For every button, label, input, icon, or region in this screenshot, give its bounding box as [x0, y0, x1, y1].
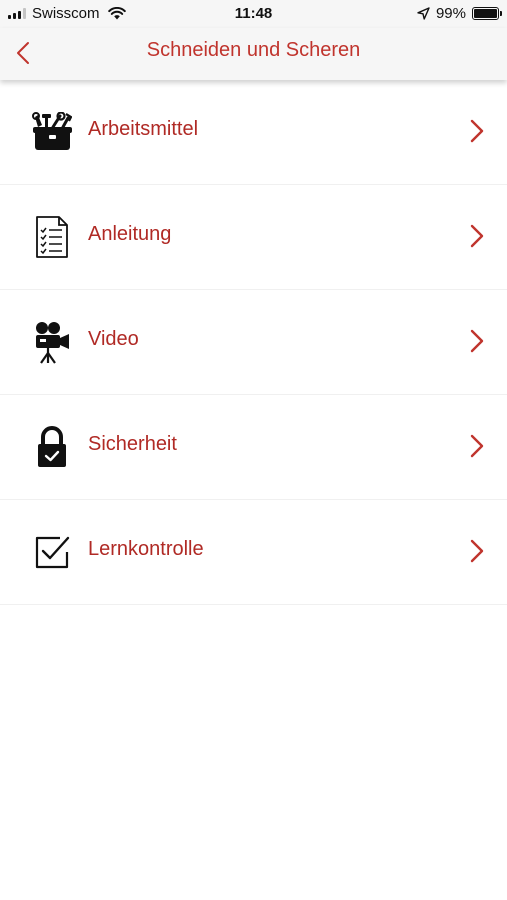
- menu-item-label: Sicherheit: [88, 433, 177, 455]
- movie-camera-icon: [32, 322, 72, 364]
- battery-fill: [474, 9, 497, 18]
- menu-item-label: Anleitung: [88, 223, 172, 245]
- menu-item-anleitung[interactable]: Anleitung: [0, 185, 507, 290]
- padlock-check-icon: [32, 426, 72, 467]
- chevron-right-icon: [470, 539, 484, 563]
- checklist-document-icon: [32, 216, 72, 258]
- status-bar-right: 99%: [417, 5, 502, 22]
- battery-icon: [472, 7, 502, 20]
- battery-percentage: 99%: [435, 5, 466, 22]
- menu-item-label: Lernkontrolle: [88, 538, 204, 560]
- chevron-right-icon: [470, 224, 484, 248]
- toolbox-icon: [32, 112, 72, 152]
- chevron-right-icon: [470, 119, 484, 143]
- location-arrow-icon: [417, 7, 430, 20]
- status-bar: Swisscom 11:48 99%: [0, 0, 507, 28]
- menu-item-label: Video: [88, 328, 139, 350]
- menu-item-lernkontrolle[interactable]: Lernkontrolle: [0, 500, 507, 605]
- chevron-right-icon: [470, 434, 484, 458]
- menu-item-video[interactable]: Video: [0, 290, 507, 395]
- menu-item-arbeitsmittel[interactable]: Arbeitsmittel: [0, 80, 507, 185]
- checkbox-icon: [32, 532, 72, 572]
- menu-item-sicherheit[interactable]: Sicherheit: [0, 395, 507, 500]
- chevron-right-icon: [470, 329, 484, 353]
- menu-list: Arbeitsmittel Anleitung Video Sicherheit…: [0, 80, 507, 605]
- page-title: Schneiden und Scheren: [146, 39, 361, 61]
- navigation-bar: Schneiden und Scheren: [0, 28, 507, 80]
- menu-item-label: Arbeitsmittel: [88, 118, 199, 140]
- app-screen: Swisscom 11:48 99% Schneiden und Scheren: [0, 0, 507, 900]
